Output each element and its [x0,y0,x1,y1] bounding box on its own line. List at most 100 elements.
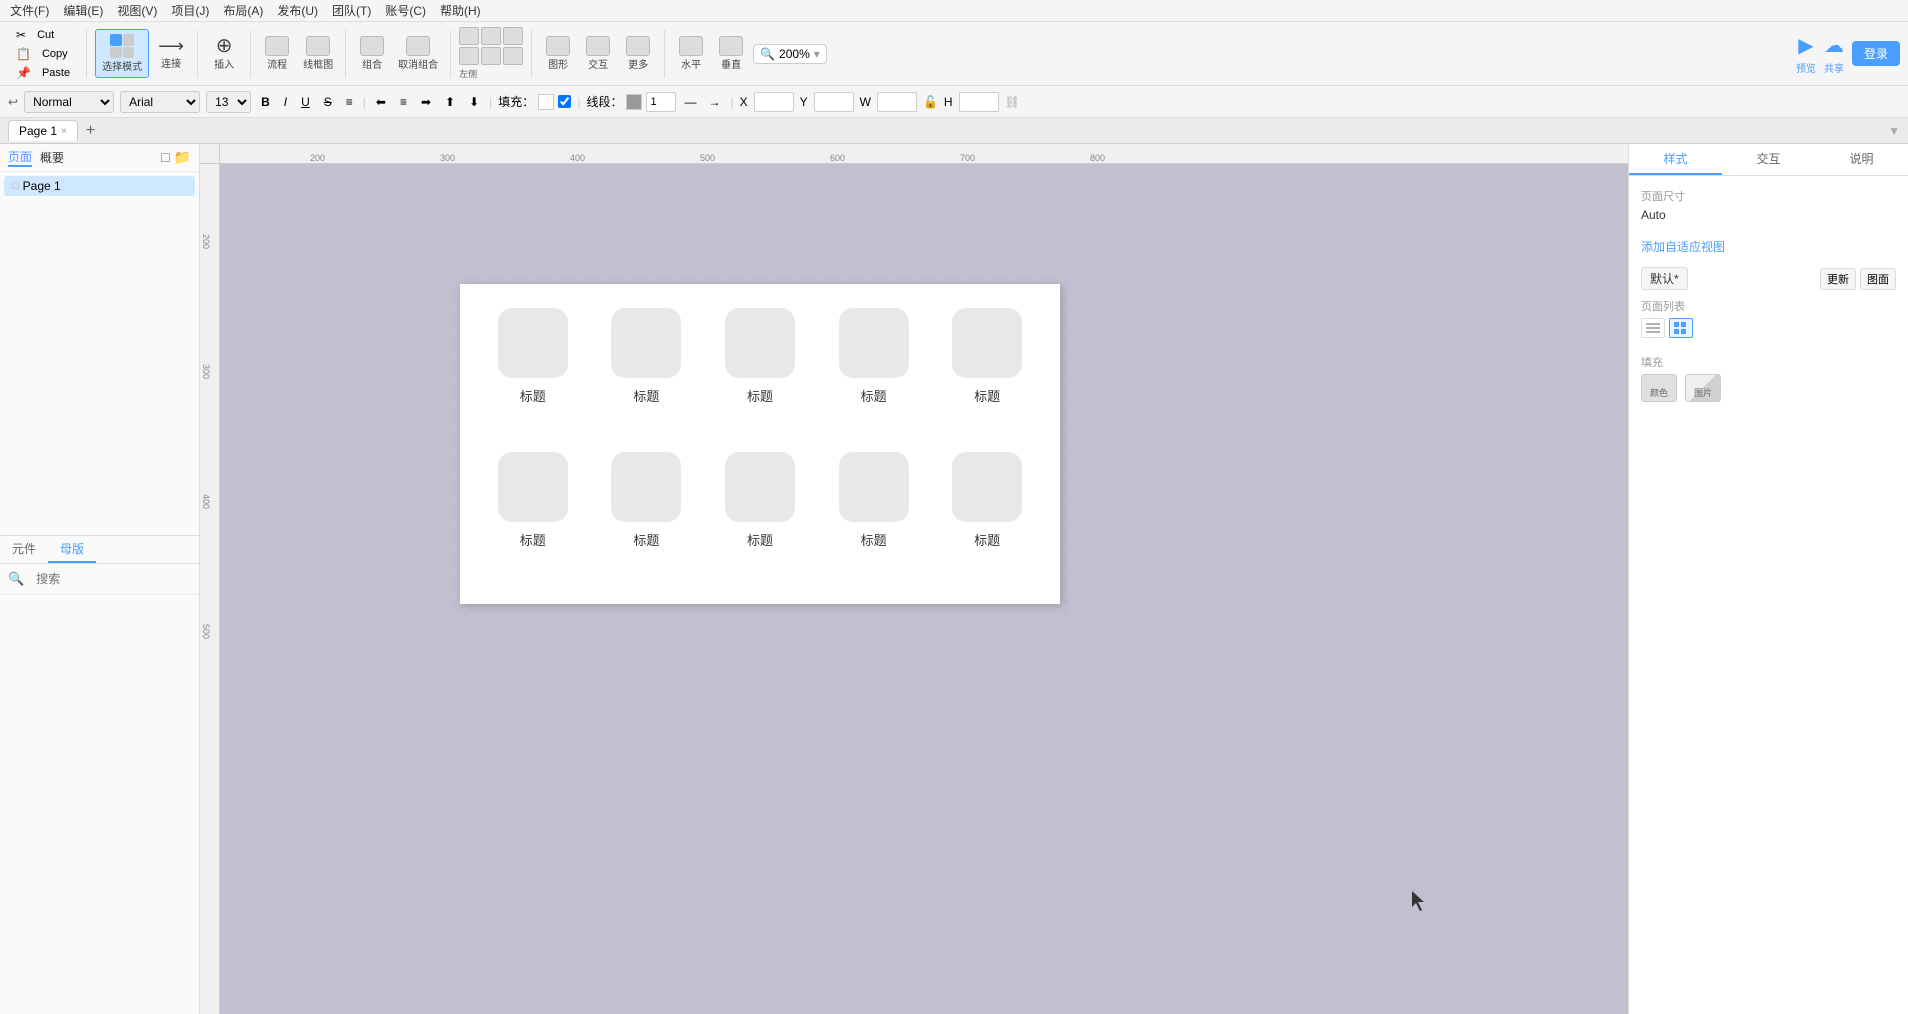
menu-view[interactable]: 视图(V) [111,0,163,21]
stroke-color-swatch[interactable] [626,94,642,110]
text-align-right[interactable]: ➡ [417,93,435,111]
bold-button[interactable]: B [257,93,274,111]
stroke-width-input[interactable] [646,92,676,112]
add-adaptive-link[interactable]: 添加自适应视图 [1641,238,1896,255]
align-left-button[interactable] [459,27,479,45]
mockup-button[interactable]: 线框图 [299,34,337,73]
add-folder-icon[interactable]: 📁 [174,149,191,166]
copy-button[interactable]: 📋 Copy [8,45,78,63]
zoom-control[interactable]: 🔍 200% ▾ [753,44,827,64]
grid-thumb-3[interactable] [725,308,795,378]
cut-button[interactable]: ✂ Cut [8,26,78,44]
grid-thumb-7[interactable] [611,452,681,522]
pagination-grid-icon[interactable] [1669,318,1693,338]
ungroup-button[interactable]: 取消组合 [394,34,442,73]
grid-thumb-10[interactable] [952,452,1022,522]
menu-publish[interactable]: 发布(U) [271,0,324,21]
add-page-icon[interactable]: □ [161,149,169,166]
lock-icon[interactable]: 🔓 [923,95,938,109]
connect-button[interactable]: ⟶ 连接 [153,35,189,72]
more-button[interactable]: 更多 [620,34,656,73]
notes-tab[interactable]: 说明 [1815,144,1908,175]
grid-thumb-5[interactable] [952,308,1022,378]
add-tab-button[interactable]: + [82,122,99,140]
tab-scroll-right[interactable]: ▼ [1888,124,1900,138]
page-tab-close[interactable]: × [61,126,67,137]
aspect-ratio-icon[interactable]: ⛓ [1005,95,1020,109]
grid-item-9: 标题 [825,452,923,580]
text-align-center[interactable]: ≡ [396,93,411,111]
h-input[interactable] [959,92,999,112]
fill-image-option[interactable]: 图片 [1685,374,1721,402]
interactive-button[interactable]: 交互 [580,34,616,73]
style-tab[interactable]: 样式 [1629,144,1722,175]
list-button[interactable]: ≡ [342,93,357,111]
insert-button[interactable]: ⊕ 插入 [206,34,242,73]
fill-color-option[interactable]: 颜色 [1641,374,1677,402]
underline-button[interactable]: U [297,93,314,111]
fill-checkbox[interactable] [558,95,571,108]
menu-edit[interactable]: 编辑(E) [57,0,109,21]
font-dropdown[interactable]: Arial [120,91,200,113]
canvas-scroll[interactable]: 标题 标题 标题 标题 [220,164,1628,1014]
menu-project[interactable]: 项目(J) [165,0,215,21]
font-size-dropdown[interactable]: 13 [206,91,251,113]
menu-file[interactable]: 文件(F) [4,0,55,21]
menu-team[interactable]: 团队(T) [326,0,377,21]
grid-thumb-1[interactable] [498,308,568,378]
paste-button[interactable]: 📌 Paste [8,64,78,82]
search-input[interactable] [28,568,199,590]
page-icon: □ [12,180,19,192]
w-input[interactable] [877,92,917,112]
grid-item-2: 标题 [598,308,696,436]
page-item-1[interactable]: □ Page 1 [4,176,195,196]
align-bottom-button[interactable] [503,47,523,65]
grid-thumb-9[interactable] [839,452,909,522]
align-center-button[interactable] [481,27,501,45]
italic-button[interactable]: I [280,93,291,111]
text-align-middle[interactable]: ⬇ [465,93,483,111]
text-align-top[interactable]: ⬆ [441,93,459,111]
page-tab-1[interactable]: Page 1 × [8,120,78,141]
grid-thumb-8[interactable] [725,452,795,522]
outline-tab[interactable]: 概要 [40,149,64,166]
fill-color-swatch[interactable] [538,94,554,110]
distribute-v-button[interactable]: 垂直 [713,34,749,73]
stroke-end-button[interactable]: → [704,93,724,111]
style-dropdown[interactable]: Normal [24,91,114,113]
distribute-h-button[interactable]: 水平 [673,34,709,73]
menu-layout[interactable]: 布局(A) [217,0,269,21]
divider-6 [531,30,532,78]
grid-thumb-6[interactable] [498,452,568,522]
grid-label-10: 标题 [974,530,1000,549]
masters-tab[interactable]: 母版 [48,536,96,563]
pagination-list-icon[interactable] [1641,318,1665,338]
shape-button[interactable]: 图形 [540,34,576,73]
text-align-left[interactable]: ⬅ [372,93,390,111]
flow-button[interactable]: 流程 [259,34,295,73]
update-button[interactable]: 更新 [1820,268,1856,290]
pages-tab[interactable]: 页面 [8,148,32,167]
strikethrough-button[interactable]: S [320,93,336,111]
menu-help[interactable]: 帮助(H) [434,0,487,21]
login-button[interactable]: 登录 [1852,41,1900,66]
interaction-tab[interactable]: 交互 [1722,144,1815,175]
grid-thumb-4[interactable] [839,308,909,378]
menu-account[interactable]: 账号(C) [379,0,432,21]
preview-button[interactable]: ▶ 预览 [1796,33,1816,75]
x-input[interactable] [754,92,794,112]
undo-icon[interactable]: ↩ [8,95,18,109]
stroke-style-button[interactable]: — [680,93,700,111]
share-button[interactable]: ☁ 共享 [1824,33,1844,75]
divider-4 [345,30,346,78]
select-mode-button[interactable]: 选择模式 [95,29,149,78]
preview-page-button[interactable]: 图面 [1860,268,1896,290]
align-middle-button[interactable] [481,47,501,65]
align-right-button[interactable] [503,27,523,45]
align-top-button[interactable] [459,47,479,65]
preview-icon: ▶ [1798,33,1813,58]
grid-thumb-2[interactable] [611,308,681,378]
y-input[interactable] [814,92,854,112]
elements-tab[interactable]: 元件 [0,536,48,563]
arrange-button[interactable]: 组合 [354,34,390,73]
